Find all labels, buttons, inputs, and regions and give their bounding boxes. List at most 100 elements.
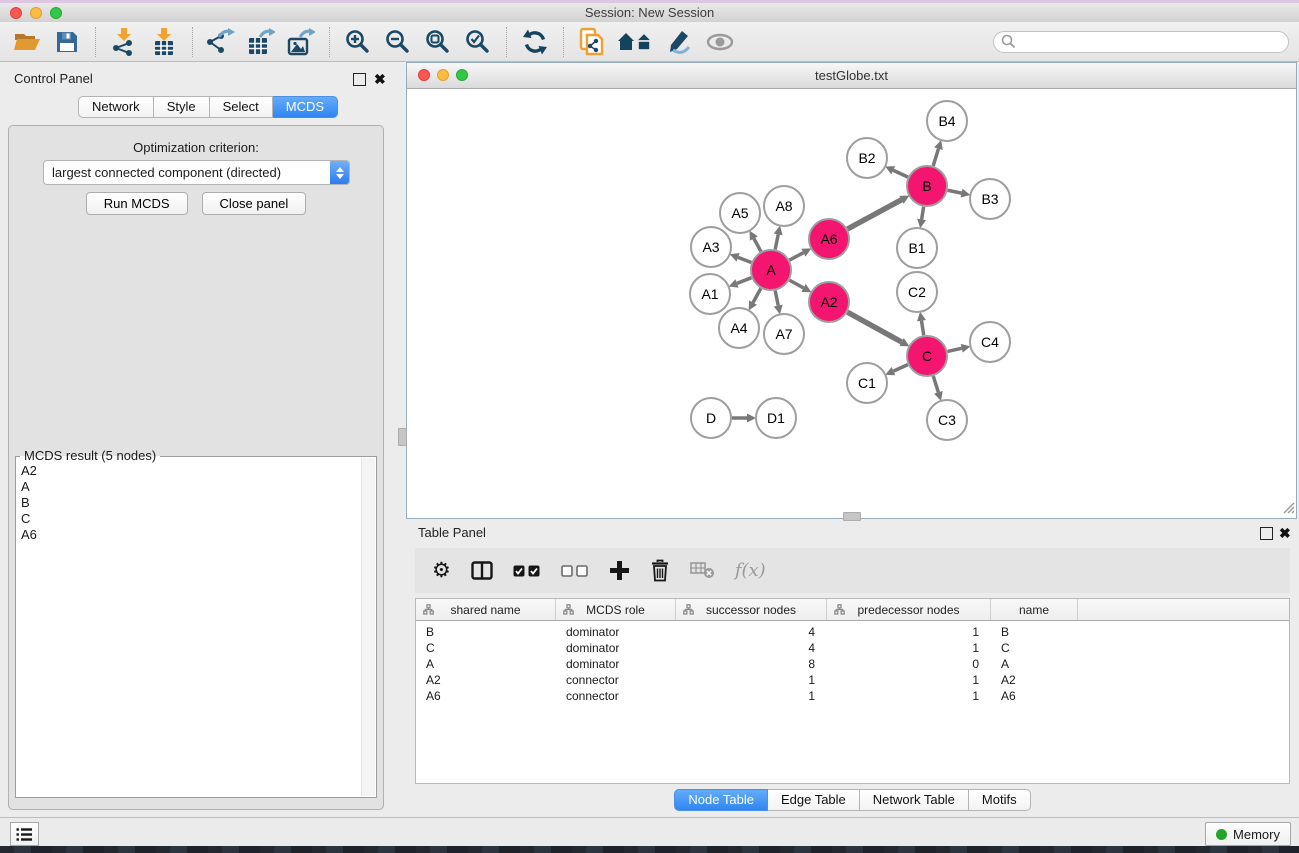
mcds-result-item[interactable]: A2	[21, 463, 361, 479]
resize-grip[interactable]	[1282, 501, 1295, 517]
network-node[interactable]: C	[906, 335, 948, 377]
network-close-button[interactable]	[418, 69, 430, 81]
select-all-icon[interactable]	[513, 565, 541, 577]
table-row[interactable]: Cdominator41C	[416, 640, 1289, 656]
float-panel-icon[interactable]	[353, 73, 366, 86]
table-row[interactable]: A2connector11A2	[416, 672, 1289, 688]
zoom-selected-icon[interactable]	[463, 27, 493, 57]
delete-column-icon[interactable]	[690, 562, 715, 579]
apply-layout-icon[interactable]	[520, 27, 550, 57]
tab-node-table[interactable]: Node Table	[674, 789, 768, 811]
network-node[interactable]: D	[690, 397, 732, 439]
deselect-all-icon[interactable]	[561, 565, 589, 577]
gear-icon[interactable]: ⚙	[432, 560, 451, 581]
import-table-icon[interactable]	[149, 27, 179, 57]
function-builder-icon[interactable]: f(x)	[735, 560, 766, 581]
mcds-result-item[interactable]: A6	[21, 527, 361, 543]
zoom-window-button[interactable]	[50, 7, 62, 19]
network-node[interactable]: A7	[763, 313, 805, 355]
network-node[interactable]: D1	[755, 397, 797, 439]
shared-column-icon	[423, 604, 434, 615]
task-history-button[interactable]	[10, 822, 39, 846]
tab-mcds[interactable]: MCDS	[273, 96, 338, 118]
network-node[interactable]: A1	[689, 273, 731, 315]
network-canvas[interactable]: B4 B2 B B3 A8A5 A6 A3 B1 A C2 A1 A2 A4A7 C4 C C1 D D1 C3	[407, 89, 1296, 518]
network-node[interactable]: A3	[690, 226, 732, 268]
network-zoom-button[interactable]	[456, 69, 468, 81]
table-row[interactable]: Adominator80A	[416, 656, 1289, 672]
tab-select[interactable]: Select	[210, 96, 273, 118]
table-row[interactable]: A6connector11A6	[416, 688, 1289, 704]
column-header-shared-name[interactable]: shared name	[416, 599, 556, 620]
network-node[interactable]: A8	[763, 185, 805, 227]
table-cell: A	[416, 657, 556, 671]
vertical-split-handle[interactable]	[398, 428, 407, 446]
column-header-successor-nodes[interactable]: successor nodes	[676, 599, 827, 620]
memory-button[interactable]: Memory	[1205, 822, 1291, 846]
criterion-dropdown[interactable]: largest connected component (directed)	[43, 160, 350, 185]
network-node[interactable]: A6	[808, 218, 850, 260]
search-icon	[1001, 34, 1016, 49]
horizontal-split-handle[interactable]	[843, 512, 861, 521]
eye-icon[interactable]	[705, 27, 735, 57]
mcds-result-item[interactable]: A	[21, 479, 361, 495]
zoom-fit-icon[interactable]	[423, 27, 453, 57]
table-cell: B	[416, 625, 556, 639]
network-node[interactable]: B4	[926, 100, 968, 142]
search-input[interactable]	[1016, 33, 1288, 50]
minimize-window-button[interactable]	[30, 7, 42, 19]
network-node[interactable]: B	[906, 165, 948, 207]
network-node[interactable]: B3	[969, 178, 1011, 220]
network-window-titlebar: testGlobe.txt	[407, 63, 1296, 89]
control-panel-title: Control Panel	[14, 71, 93, 86]
trash-icon[interactable]	[650, 559, 670, 582]
tab-edge-table[interactable]: Edge Table	[768, 789, 860, 811]
tab-motifs[interactable]: Motifs	[969, 789, 1031, 811]
tab-network-table[interactable]: Network Table	[860, 789, 969, 811]
run-mcds-button[interactable]: Run MCDS	[86, 192, 188, 215]
export-network-icon[interactable]	[206, 27, 236, 57]
network-node[interactable]: A5	[719, 192, 761, 234]
add-icon[interactable]	[609, 560, 630, 581]
float-table-panel-icon[interactable]	[1260, 527, 1273, 540]
network-node[interactable]: C2	[896, 271, 938, 313]
show-graphics-details-icon[interactable]	[665, 27, 695, 57]
tab-style[interactable]: Style	[154, 96, 210, 118]
column-view-icon[interactable]	[471, 561, 493, 580]
save-session-icon[interactable]	[52, 27, 82, 57]
network-node[interactable]: C1	[846, 362, 888, 404]
column-header-name[interactable]: name	[991, 599, 1078, 620]
close-window-button[interactable]	[10, 7, 22, 19]
table-cell: 1	[827, 641, 991, 655]
network-node[interactable]: B1	[896, 227, 938, 269]
column-header-predecessor-nodes[interactable]: predecessor nodes	[827, 599, 991, 620]
network-node[interactable]: C3	[926, 399, 968, 441]
zoom-in-icon[interactable]	[343, 27, 373, 57]
import-network-icon[interactable]	[109, 27, 139, 57]
open-session-icon[interactable]	[12, 27, 42, 57]
network-node[interactable]: A	[750, 249, 792, 291]
mcds-result-scrollbar[interactable]	[361, 458, 375, 796]
close-panel-button[interactable]: Close panel	[202, 192, 307, 215]
mcds-result-item[interactable]: C	[21, 511, 361, 527]
table-tabs: Node Table Edge Table Network Table Moti…	[406, 789, 1299, 811]
network-node[interactable]: C4	[969, 321, 1011, 363]
network-minimize-button[interactable]	[437, 69, 449, 81]
column-header-mcds-role[interactable]: MCDS role	[556, 599, 676, 620]
export-table-icon[interactable]	[246, 27, 276, 57]
close-table-panel-icon[interactable]: ✖	[1279, 527, 1292, 540]
network-node[interactable]: A4	[718, 307, 760, 349]
mcds-result-list: A2ABCA6	[16, 463, 361, 795]
zoom-out-icon[interactable]	[383, 27, 413, 57]
criterion-value: largest connected component (directed)	[44, 165, 330, 180]
network-node[interactable]: B2	[846, 137, 888, 179]
houses-icon[interactable]	[617, 27, 655, 57]
close-panel-icon[interactable]: ✖	[374, 73, 387, 86]
new-network-from-selection-icon[interactable]	[577, 27, 607, 57]
tab-network[interactable]: Network	[78, 96, 154, 118]
export-image-icon[interactable]	[286, 27, 316, 57]
table-row[interactable]: Bdominator41B	[416, 624, 1289, 640]
optimization-criterion-label: Optimization criterion:	[9, 140, 383, 155]
mcds-result-item[interactable]: B	[21, 495, 361, 511]
network-node[interactable]: A2	[808, 281, 850, 323]
